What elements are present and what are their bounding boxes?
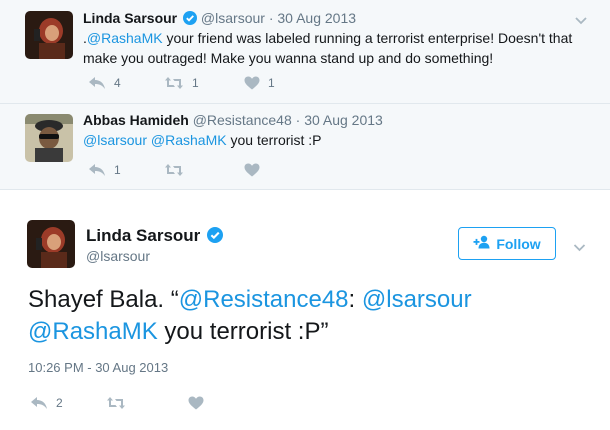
author-handle[interactable]: @Resistance48 <box>193 112 292 128</box>
follow-button[interactable]: Follow <box>458 227 556 260</box>
like-icon <box>244 76 260 90</box>
mention-link[interactable]: @RashaMK <box>151 132 227 148</box>
retweet-icon <box>106 396 126 410</box>
text-body: : <box>348 286 362 313</box>
mention-link[interactable]: @RashaMK <box>28 318 158 345</box>
author-handle[interactable]: @lsarsour <box>201 10 265 26</box>
reply-icon <box>88 76 106 90</box>
reply-count: 4 <box>114 76 121 90</box>
reply-icon <box>88 163 106 177</box>
author-name[interactable]: Abbas Hamideh <box>83 112 189 128</box>
follow-person-icon <box>473 235 496 252</box>
tweet-text: @lsarsour @RashaMK you terrorist :P <box>83 130 583 150</box>
reply-button[interactable]: 1 <box>88 163 164 177</box>
chevron-down-icon[interactable] <box>573 239 586 257</box>
tweet-actions: 1 <box>88 163 260 177</box>
tweet-date[interactable]: · 30 Aug 2013 <box>269 10 356 26</box>
author-name[interactable]: Linda Sarsour <box>86 226 200 245</box>
retweet-button[interactable]: 1 <box>164 76 244 90</box>
text-body: Shayef Bala. “ <box>28 286 179 313</box>
author-name[interactable]: Linda Sarsour <box>83 10 177 26</box>
like-button[interactable] <box>188 396 204 410</box>
like-button[interactable]: 1 <box>244 76 275 90</box>
mention-link[interactable]: @RashaMK <box>87 30 163 46</box>
reply-tweet-1[interactable]: Linda Sarsour @lsarsour · 30 Aug 2013 .@… <box>0 0 610 104</box>
reply-icon <box>30 396 48 410</box>
tweet-timestamp[interactable]: 10:26 PM - 30 Aug 2013 <box>28 360 168 375</box>
mention-link[interactable]: @Resistance48 <box>179 286 349 313</box>
tweet-actions: 4 1 1 <box>88 76 275 90</box>
avatar[interactable] <box>25 11 73 59</box>
text-body: you terrorist :P <box>226 132 322 148</box>
tweet-header: Linda Sarsour <box>86 226 224 248</box>
avatar[interactable] <box>25 114 73 162</box>
follow-label: Follow <box>496 235 541 252</box>
tweet-date[interactable]: · 30 Aug 2013 <box>296 112 383 128</box>
tweet-header: Linda Sarsour @lsarsour · 30 Aug 2013 <box>83 10 356 28</box>
retweet-button[interactable] <box>106 396 188 410</box>
tweet-actions: 2 <box>30 396 204 410</box>
tweet-header: Abbas Hamideh @Resistance48 · 30 Aug 201… <box>83 112 383 128</box>
reply-button[interactable]: 2 <box>30 396 106 410</box>
tweet-text: .@RashaMK your friend was labeled runnin… <box>83 28 583 68</box>
like-icon <box>244 163 260 177</box>
reply-button[interactable]: 4 <box>88 76 164 90</box>
retweet-icon <box>164 76 184 90</box>
mention-link[interactable]: @lsarsour <box>362 286 472 313</box>
retweet-count: 1 <box>192 76 199 90</box>
reply-tweet-2[interactable]: Abbas Hamideh @Resistance48 · 30 Aug 201… <box>0 104 610 190</box>
like-count: 1 <box>268 76 275 90</box>
text-body: you terrorist :P” <box>157 318 329 345</box>
main-tweet-text: Shayef Bala. “@Resistance48: @lsarsour @R… <box>28 284 588 348</box>
retweet-icon <box>164 163 184 177</box>
avatar[interactable] <box>27 220 75 268</box>
reply-count: 2 <box>56 396 63 410</box>
reply-count: 1 <box>114 163 121 177</box>
like-button[interactable] <box>244 163 260 177</box>
verified-icon <box>207 227 224 248</box>
mention-link[interactable]: @lsarsour <box>83 132 147 148</box>
author-handle[interactable]: @lsarsour <box>86 248 150 264</box>
like-icon <box>188 396 204 410</box>
retweet-button[interactable] <box>164 163 244 177</box>
verified-icon <box>183 11 198 28</box>
